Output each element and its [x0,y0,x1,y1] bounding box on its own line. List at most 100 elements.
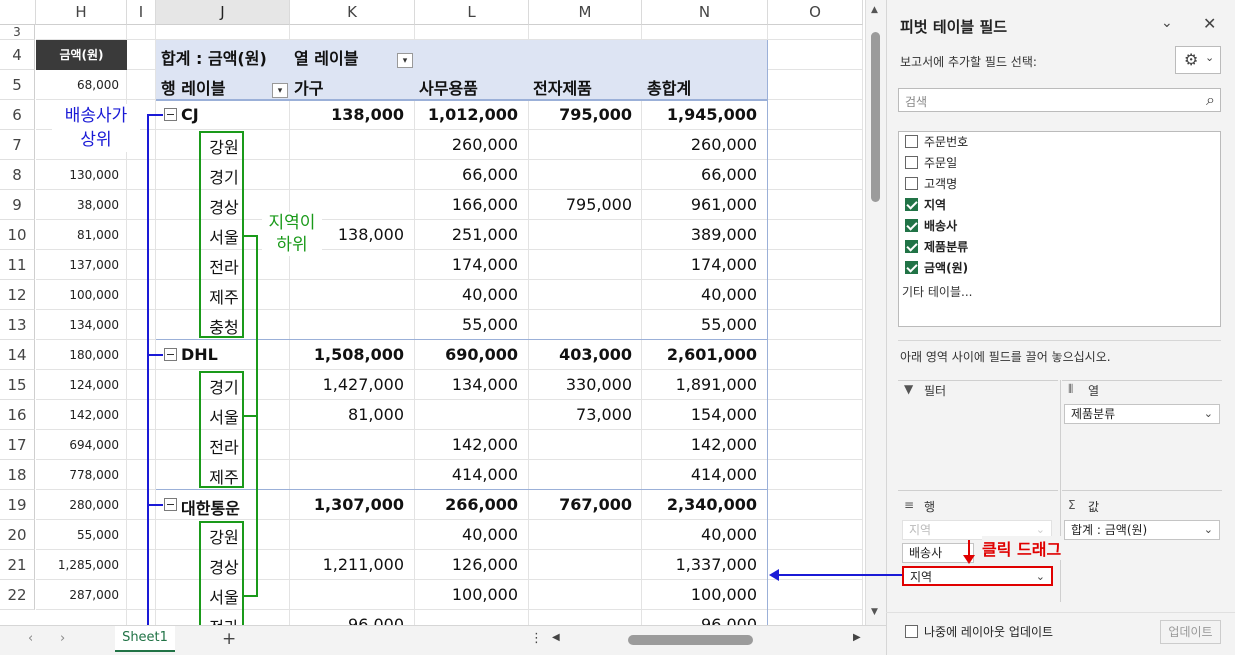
pivot-column-header[interactable]: 사무용품 [419,75,478,99]
pivot-value-cell[interactable]: 260,000 [637,135,757,154]
group-total-cell[interactable]: 767,000 [512,495,632,514]
column-header-n[interactable]: N [642,0,768,25]
field-item[interactable]: 금액(원) [905,259,968,277]
more-tables-link[interactable]: 기타 테이블... [902,283,972,300]
row-header[interactable]: 15 [0,370,35,400]
column-header-h[interactable]: H [36,0,127,25]
pivot-value-cell[interactable]: 174,000 [637,255,757,274]
pivot-value-cell[interactable]: 1,337,000 [637,555,757,574]
pivot-value-cell[interactable]: 40,000 [398,285,518,304]
pivot-value-cell[interactable]: 414,000 [637,465,757,484]
column-header-l[interactable]: L [415,0,529,25]
h-cell[interactable]: 38,000 [36,190,127,220]
close-icon[interactable]: ✕ [1203,14,1216,33]
field-checkbox[interactable] [905,177,918,190]
pivot-value-cell[interactable]: 40,000 [398,525,518,544]
field-checkbox[interactable] [905,135,918,148]
row-header[interactable]: 20 [0,520,35,550]
pivot-column-header[interactable]: 가구 [294,75,323,99]
h-cell[interactable]: 180,000 [36,340,127,370]
scroll-left-icon[interactable]: ◀ [552,632,560,643]
column-header-i[interactable]: I [127,0,156,25]
h-cell[interactable]: 778,000 [36,460,127,490]
tab-next-icon[interactable]: › [60,631,65,646]
pivot-value-cell[interactable]: 166,000 [398,195,518,214]
h-cell[interactable]: 130,000 [36,160,127,190]
h-cell[interactable]: 81,000 [36,220,127,250]
pivot-column-labels[interactable]: 열 레이블 [294,45,358,69]
pivot-value-label[interactable]: 합계 : 금액(원) [161,45,267,69]
field-item[interactable]: 제품분류 [905,238,968,256]
row-header[interactable]: 7 [0,130,35,160]
horizontal-scrollbar[interactable] [568,635,850,645]
row-header[interactable]: 17 [0,430,35,460]
row-field-dropdown-dragging[interactable]: 지역 ⌄ [902,566,1053,586]
column-header-o[interactable]: O [768,0,863,25]
scroll-down-icon[interactable]: ▼ [871,607,878,617]
group-total-cell[interactable]: 138,000 [284,105,404,124]
row-header[interactable]: 22 [0,580,35,610]
group-total-cell[interactable]: 1,307,000 [284,495,404,514]
field-item[interactable]: 지역 [905,196,946,214]
pivot-column-header[interactable]: 전자제품 [533,75,592,99]
collapse-button[interactable] [164,498,177,511]
pivot-value-cell[interactable]: 66,000 [398,165,518,184]
pivot-value-cell[interactable]: 142,000 [637,435,757,454]
h-cell[interactable]: 694,000 [36,430,127,460]
field-item[interactable]: 배송사 [905,217,957,235]
pivot-value-cell[interactable]: 1,891,000 [637,375,757,394]
defer-update-checkbox[interactable] [905,625,918,638]
row-header[interactable]: 8 [0,160,35,190]
panel-options-icon[interactable]: ⌄ [1161,15,1173,31]
pivot-value-cell[interactable]: 81,000 [284,405,404,424]
settings-button[interactable]: ⚙ ⌄ [1175,46,1221,74]
column-field-dropdown[interactable]: 제품분류 ⌄ [1064,404,1220,424]
group-total-cell[interactable]: 2,601,000 [637,345,757,364]
pivot-value-cell[interactable]: 134,000 [398,375,518,394]
collapse-button[interactable] [164,348,177,361]
group-total-cell[interactable]: 2,340,000 [637,495,757,514]
h-cell[interactable]: 134,000 [36,310,127,340]
scroll-right-icon[interactable]: ▶ [853,632,861,643]
row-header[interactable]: 10 [0,220,35,250]
pivot-value-cell[interactable]: 73,000 [512,405,632,424]
sheet-tab[interactable]: Sheet1 [115,626,175,652]
h-cell[interactable]: 100,000 [36,280,127,310]
pivot-value-cell[interactable]: 174,000 [398,255,518,274]
collapse-button[interactable] [164,108,177,121]
column-header-k[interactable]: K [290,0,415,25]
pivot-value-cell[interactable]: 389,000 [637,225,757,244]
pivot-value-cell[interactable]: 260,000 [398,135,518,154]
row-header[interactable]: 12 [0,280,35,310]
pivot-value-cell[interactable]: 40,000 [637,525,757,544]
pivot-value-cell[interactable]: 126,000 [398,555,518,574]
row-header[interactable]: 5 [0,70,35,100]
tab-prev-icon[interactable]: ‹ [28,631,33,646]
select-all-corner[interactable] [0,0,36,25]
row-filter-dropdown-icon[interactable]: ▾ [272,83,288,98]
group-label[interactable]: CJ [181,105,199,124]
add-sheet-icon[interactable]: + [222,629,236,649]
pivot-row-labels[interactable]: 행 레이블 [161,75,225,99]
row-header[interactable]: 6 [0,100,35,130]
pivot-value-cell[interactable]: 40,000 [637,285,757,304]
vertical-scrollbar[interactable]: ▲ ▼ [865,0,886,625]
pivot-value-cell[interactable]: 154,000 [637,405,757,424]
search-input[interactable]: 검색 ⌕ [898,88,1221,112]
group-total-cell[interactable]: 795,000 [512,105,632,124]
pivot-value-cell[interactable]: 251,000 [398,225,518,244]
h-cell[interactable]: 68,000 [36,70,127,100]
horizontal-scroll-thumb[interactable] [628,635,753,645]
row-header[interactable]: 13 [0,310,35,340]
field-checkbox[interactable] [905,219,918,232]
pivot-value-cell[interactable]: 96,000 [284,615,404,625]
h-cell[interactable]: 124,000 [36,370,127,400]
pivot-value-cell[interactable]: 414,000 [398,465,518,484]
row-header[interactable]: 16 [0,400,35,430]
column-header-j[interactable]: J [156,0,290,25]
field-checkbox[interactable] [905,240,918,253]
row-header[interactable]: 3 [0,25,35,40]
vertical-scroll-thumb[interactable] [871,32,880,202]
pivot-value-cell[interactable]: 1,211,000 [284,555,404,574]
value-field-dropdown[interactable]: 합계 : 금액(원) ⌄ [1064,520,1220,540]
